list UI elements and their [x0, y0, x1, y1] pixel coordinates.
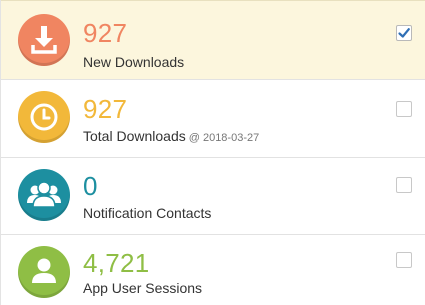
metric-label: New Downloads — [83, 54, 187, 70]
metric-label-text: App User Sessions — [83, 280, 203, 296]
metric-row-new-downloads[interactable]: 927 New Downloads — [1, 0, 425, 80]
metric-label: App User Sessions — [83, 280, 205, 296]
metric-date: @ 2018-03-27 — [188, 132, 260, 144]
users-group-icon — [18, 169, 70, 221]
clock-icon — [18, 91, 70, 143]
user-icon — [18, 246, 70, 298]
metric-label: Notification Contacts — [83, 205, 214, 221]
download-icon — [18, 14, 70, 66]
metric-label-text: Notification Contacts — [83, 205, 212, 221]
metric-row-total-downloads[interactable]: 927 Total Downloads @ 2018-03-27 — [1, 80, 425, 158]
metric-value: 927 — [83, 18, 128, 48]
metric-checkbox[interactable] — [396, 101, 412, 117]
metric-row-notification-contacts[interactable]: 0 Notification Contacts — [1, 158, 425, 235]
metrics-list: 927 New Downloads 927 Total Downloads @ 2… — [0, 0, 425, 305]
metric-value: 4,721 — [83, 248, 150, 278]
metric-label-text: New Downloads — [83, 54, 185, 70]
metric-checkbox[interactable] — [396, 252, 412, 268]
metric-label: Total Downloads @ 2018-03-27 — [83, 128, 259, 144]
metric-value: 0 — [83, 171, 98, 201]
metric-checkbox[interactable] — [396, 177, 412, 193]
metric-value: 927 — [83, 94, 128, 124]
checkmark-icon — [398, 28, 410, 38]
metric-checkbox[interactable] — [396, 25, 412, 41]
metric-row-app-user-sessions[interactable]: 4,721 App User Sessions — [1, 235, 425, 305]
metric-label-text: Total Downloads — [83, 128, 186, 144]
